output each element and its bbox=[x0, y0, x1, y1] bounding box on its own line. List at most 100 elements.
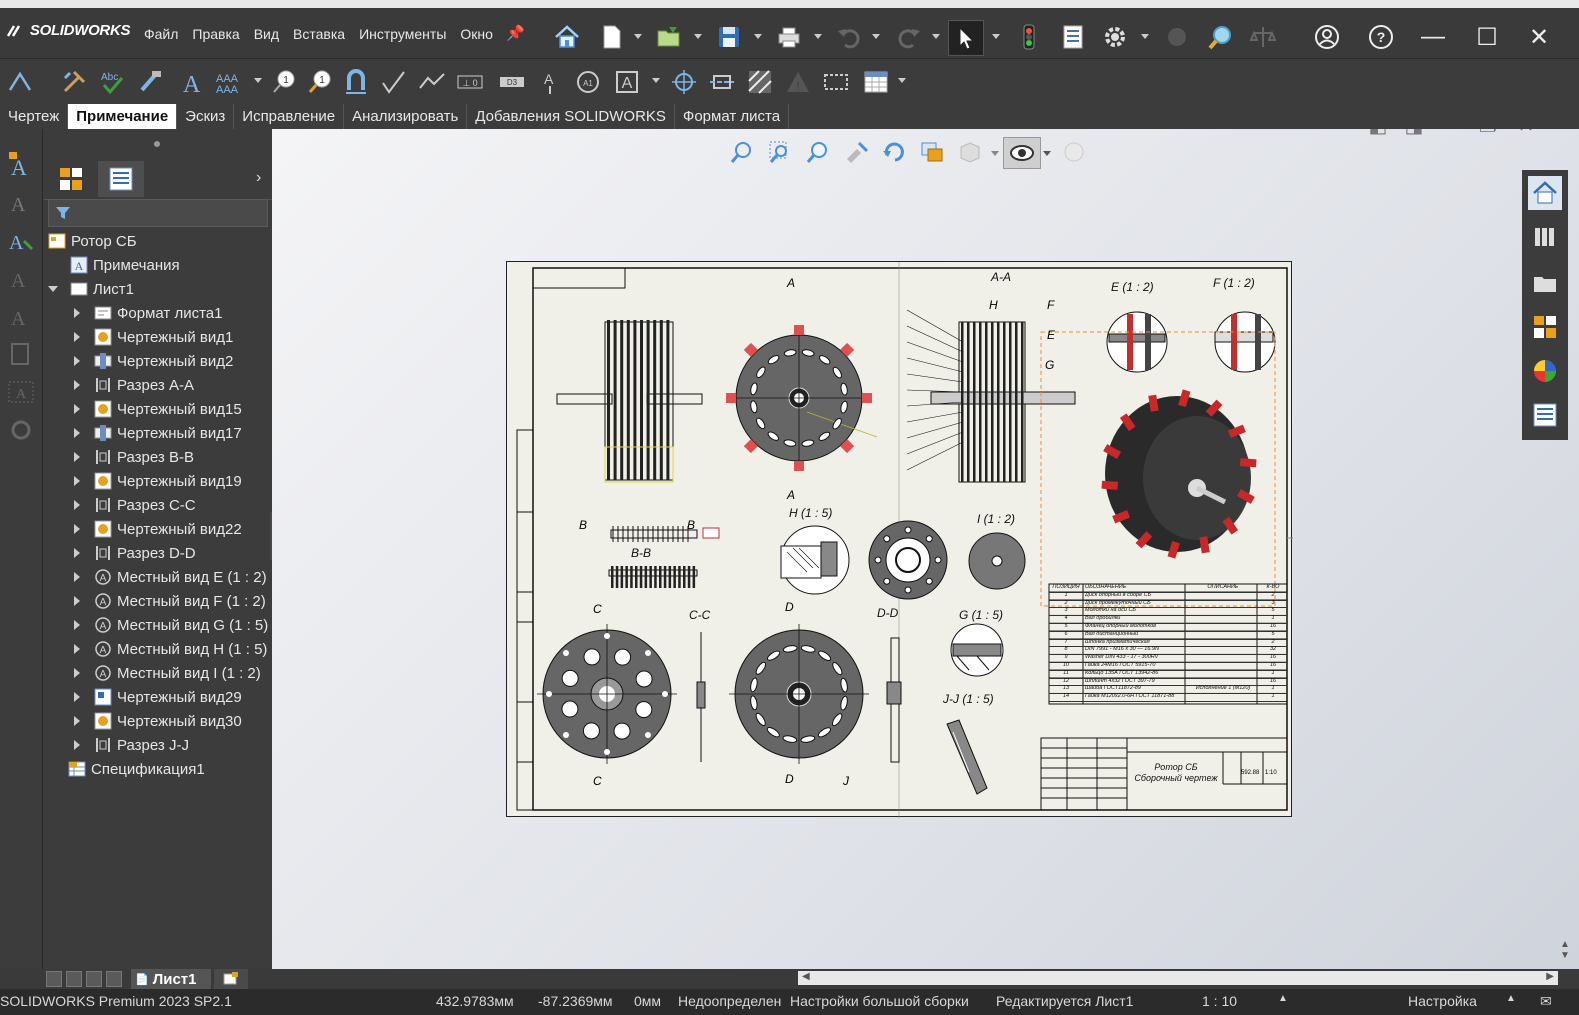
first-sheet-button[interactable] bbox=[46, 971, 62, 987]
tree-item[interactable]: Разрез J-J bbox=[74, 734, 189, 756]
note-small-icon[interactable]: A bbox=[6, 149, 36, 180]
tab-sketch[interactable]: Эскиз bbox=[177, 104, 235, 129]
linear-note-pattern-icon[interactable]: AAA AAA bbox=[212, 66, 244, 98]
note-import-icon[interactable]: A bbox=[6, 225, 36, 255]
pin-menu-icon[interactable]: 📌 bbox=[506, 24, 525, 42]
property-manager-tab-icon[interactable] bbox=[98, 161, 144, 197]
tree-item[interactable]: A Местный вид I (1 : 2) bbox=[74, 662, 261, 684]
scene-sphere-icon[interactable] bbox=[1059, 137, 1089, 167]
expand-arrow-icon[interactable] bbox=[74, 692, 80, 702]
centerline-icon[interactable] bbox=[706, 66, 738, 98]
file-properties-icon[interactable] bbox=[1056, 20, 1090, 54]
save-icon[interactable] bbox=[712, 20, 746, 54]
note-icon[interactable]: A bbox=[176, 66, 208, 98]
open-dropdown-icon[interactable] bbox=[694, 34, 702, 39]
file-explorer-icon[interactable] bbox=[1528, 266, 1562, 300]
expand-arrow-icon[interactable] bbox=[74, 380, 80, 390]
tab-annotation[interactable]: Примечание bbox=[68, 104, 178, 129]
panel-expand-arrow-icon[interactable]: › bbox=[256, 169, 261, 187]
view-orientation-dropdown-icon[interactable] bbox=[991, 151, 999, 156]
menu-file[interactable]: Файл bbox=[144, 26, 178, 42]
note-stack-icon[interactable] bbox=[6, 339, 36, 369]
status-customize-caret-icon[interactable]: ▲ bbox=[1506, 993, 1516, 1004]
datum-target-icon[interactable]: A bbox=[534, 66, 566, 98]
revision-symbol-icon[interactable]: A bbox=[612, 66, 644, 98]
next-sheet-button[interactable] bbox=[86, 971, 102, 987]
expand-arrow-icon[interactable] bbox=[74, 620, 80, 630]
tab-markup[interactable]: Исправление bbox=[234, 104, 345, 129]
tree-item[interactable]: Чертежный вид15 bbox=[74, 398, 242, 420]
tree-item[interactable]: Разрез D-D bbox=[74, 542, 196, 564]
display-style-icon[interactable] bbox=[917, 137, 947, 167]
custom-properties-icon[interactable] bbox=[1528, 398, 1562, 432]
hide-show-items-icon[interactable] bbox=[1003, 137, 1041, 169]
table-dropdown-icon[interactable] bbox=[898, 78, 906, 83]
tree-item[interactable]: Формат листа1 bbox=[74, 302, 222, 324]
feature-manager-tab-icon[interactable] bbox=[48, 161, 94, 197]
tree-item[interactable]: A Местный вид F (1 : 2) bbox=[74, 590, 266, 612]
redo-icon[interactable] bbox=[892, 20, 926, 54]
format-painter-icon[interactable] bbox=[134, 66, 166, 98]
expand-arrow-icon[interactable] bbox=[74, 332, 80, 342]
tree-item[interactable]: Разрез B-B bbox=[74, 446, 194, 468]
document-tile-right-icon[interactable]: ◨ bbox=[1400, 129, 1428, 139]
tree-item[interactable]: A Местный вид E (1 : 2) bbox=[74, 566, 267, 588]
rebuild-traffic-light-icon[interactable] bbox=[1012, 20, 1046, 54]
tree-item[interactable]: A Местный вид H (1 : 5) bbox=[74, 638, 267, 660]
expand-arrow-icon[interactable] bbox=[74, 572, 80, 582]
menu-edit[interactable]: Правка bbox=[192, 26, 239, 42]
hole-callout-icon[interactable]: A1 bbox=[572, 66, 604, 98]
flashlight-icon[interactable] bbox=[841, 137, 871, 167]
save-dropdown-icon[interactable] bbox=[754, 34, 762, 39]
tree-item[interactable]: Чертежный вид19 bbox=[74, 470, 242, 492]
previous-sheet-button[interactable] bbox=[66, 971, 82, 987]
user-account-icon[interactable] bbox=[1310, 20, 1344, 54]
expand-arrow-icon[interactable] bbox=[74, 500, 80, 510]
balloon-icon[interactable]: 1 bbox=[268, 66, 300, 98]
select-pointer-icon[interactable] bbox=[948, 20, 984, 56]
expand-arrow-icon[interactable] bbox=[74, 356, 80, 366]
menu-tools[interactable]: Инструменты bbox=[359, 26, 446, 42]
tree-item[interactable]: Чертежный вид17 bbox=[74, 422, 242, 444]
design-library-icon[interactable] bbox=[1528, 220, 1562, 254]
minimize-window-icon[interactable]: — bbox=[1416, 22, 1450, 52]
rotate-view-icon[interactable] bbox=[879, 137, 909, 167]
note-hole-icon[interactable]: A bbox=[6, 301, 36, 331]
vertical-scroll-arrows[interactable]: ▲ ▼ bbox=[1560, 939, 1574, 989]
magnetic-line-icon[interactable] bbox=[340, 66, 372, 98]
note-settings-icon[interactable] bbox=[6, 415, 36, 445]
home-icon[interactable] bbox=[550, 20, 584, 54]
tree-item[interactable]: Чертежный вид2 bbox=[74, 350, 233, 372]
graphics-area[interactable]: ◧ ◨ — ❐ ✕ bbox=[272, 129, 1579, 969]
tree-item[interactable]: Чертежный вид29 bbox=[74, 686, 242, 708]
view-palette-icon[interactable] bbox=[1528, 310, 1562, 344]
tree-annotations[interactable]: A Примечания bbox=[70, 254, 180, 276]
document-restore-icon[interactable]: ❐ bbox=[1474, 129, 1502, 139]
smart-dimension-icon[interactable] bbox=[4, 66, 36, 98]
hide-show-dropdown-icon[interactable] bbox=[1043, 151, 1051, 156]
note-edit-icon[interactable]: A bbox=[6, 187, 36, 217]
scroll-right-arrow-icon[interactable]: ▶ bbox=[1546, 971, 1554, 982]
geometric-tolerance-icon[interactable]: ⊥ 0 bbox=[454, 66, 486, 98]
options-dropdown-icon[interactable] bbox=[1141, 34, 1149, 39]
tab-drawing[interactable]: Чертеж bbox=[0, 104, 69, 129]
weld-symbol-icon[interactable] bbox=[416, 66, 448, 98]
tree-filter-field[interactable] bbox=[48, 199, 268, 227]
tab-solidworks-addins[interactable]: Добавления SOLIDWORKS bbox=[467, 104, 675, 129]
note-box-icon[interactable]: A bbox=[6, 377, 36, 407]
expand-arrow-icon[interactable] bbox=[74, 308, 80, 318]
expand-arrow-icon[interactable] bbox=[74, 668, 80, 678]
open-icon[interactable] bbox=[652, 20, 686, 54]
tree-item[interactable]: Чертежный вид22 bbox=[74, 518, 242, 540]
expand-arrow-icon[interactable] bbox=[74, 740, 80, 750]
expand-arrow-icon[interactable] bbox=[74, 716, 80, 726]
horizontal-scrollbar[interactable]: ◀ ▶ bbox=[798, 971, 1558, 985]
document-tile-left-icon[interactable]: ◧ bbox=[1364, 129, 1392, 139]
expand-arrow-icon[interactable] bbox=[74, 476, 80, 486]
tree-root-drawing[interactable]: Ротор СБ bbox=[48, 230, 137, 252]
expand-arrow-icon[interactable] bbox=[74, 548, 80, 558]
add-sheet-icon[interactable] bbox=[214, 969, 248, 989]
table-icon[interactable] bbox=[860, 66, 892, 98]
expand-arrow-icon[interactable] bbox=[74, 596, 80, 606]
tree-item[interactable]: Разрез A-A bbox=[74, 374, 194, 396]
